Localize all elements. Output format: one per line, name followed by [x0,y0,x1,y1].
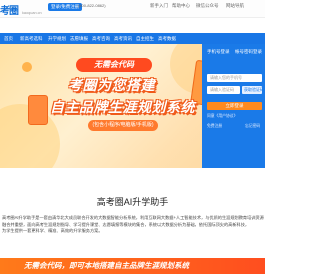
phone-number: (400-822-0862) [78,3,106,8]
tab-phone-login[interactable]: 手机号登录 [207,49,230,55]
nav-item-news[interactable]: 高考资讯 [114,33,132,44]
login-panel: 手机号登录 帐号密码登录 请输入您的手机号 请输入验证码 获取验证码 立即登录 … [202,44,265,168]
banner-subtitle: (包含小程序/电脑版/手机版) [88,120,158,131]
gear-icon [22,62,32,72]
nav-item-consulting[interactable]: 高考咨询 [92,33,110,44]
main-nav: 首页 新高考选科 升学规划 志愿填报 高考咨询 高考资讯 自主招生 高考数据 [0,33,265,44]
footer-promo-banner[interactable]: 无需会代码，即可本地搭建自主品牌生涯规划系统 [0,258,265,274]
agreement-checkbox[interactable]: 同意《用户协议》 [207,114,237,119]
nav-item-home[interactable]: 首页 [4,33,13,44]
site-logo[interactable]: 考圈 [0,2,20,15]
code-input[interactable]: 请输入验证码 [207,86,240,94]
nav-item-application[interactable]: 志愿填报 [70,33,88,44]
description-line: 为学生提供一套更科学、精准、高效的升学服务方案。 [2,228,103,233]
topbar-link-2[interactable]: 微信公众号 [196,3,219,9]
nav-item-subject-selection[interactable]: 新高考选科 [20,33,43,44]
login-button[interactable]: 立即登录 [207,102,262,110]
banner-headline-2: 自主品牌生涯规划系统 [50,99,195,115]
forgot-password-link[interactable]: 忘记密码 [245,124,260,129]
nav-item-data[interactable]: 高考数据 [158,33,176,44]
banner-ribbon: 无需会代码 [76,58,152,72]
topbar-link-1[interactable]: 帮助中心 [172,3,190,9]
register-link[interactable]: 免费注册 [207,124,222,129]
nav-item-independent-enrollment[interactable]: 自主招生 [136,33,154,44]
phone-input[interactable]: 请输入您的手机号 [207,74,262,82]
footer-promo-text: 无需会代码，即可本地搭建自主品牌生涯规划系统 [24,261,189,270]
top-bar: 考圈 登录/免费注册 kaoquan.cn (400-822-0862) 新手入… [0,0,265,18]
banner-headline-1: 考圈为您搭建 [68,77,155,93]
get-code-button[interactable]: 获取验证码 [242,86,262,94]
topbar-link-3[interactable]: 网站导航 [226,3,244,9]
topbar-link-0[interactable]: 新手入门 [150,3,168,9]
tab-password-login[interactable]: 帐号密码登录 [235,49,262,55]
nav-item-planning[interactable]: 升学规划 [48,33,66,44]
phone-illustration [28,95,48,125]
search-hint: kaoquan.cn [22,11,42,15]
section-title: 高考圈AI升学助手 [96,197,169,207]
section-description: 高考圈AI升学助手是一套由清华北大成员联合开发的大数据智能分析系统，利用互联网大… [2,215,265,235]
description-line: 高考圈AI升学助手是一套由清华北大成员联合开发的大数据智能分析系统，利用互联网大… [2,215,264,220]
